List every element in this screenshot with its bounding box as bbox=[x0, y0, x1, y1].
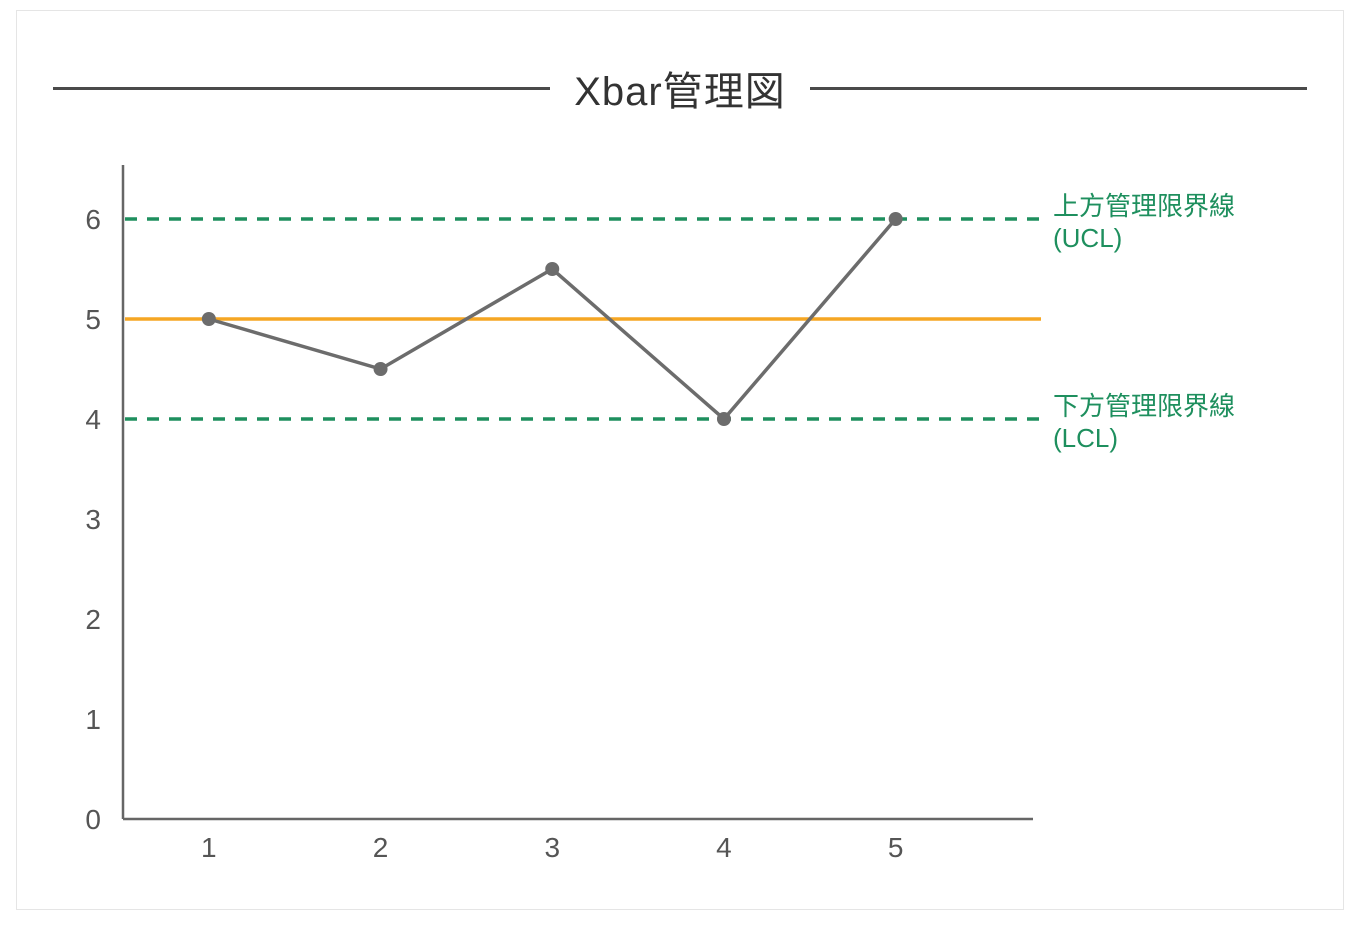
title-rule-left bbox=[53, 87, 550, 90]
x-tick-label: 3 bbox=[544, 832, 560, 863]
data-point-marker bbox=[374, 362, 388, 376]
lcl-label-line2: (LCL) bbox=[1053, 423, 1118, 453]
y-tick-label: 4 bbox=[85, 404, 101, 435]
title-rule-right bbox=[810, 87, 1307, 90]
y-tick-label: 3 bbox=[85, 504, 101, 535]
y-tick-label: 5 bbox=[85, 304, 101, 335]
data-point-marker bbox=[545, 262, 559, 276]
y-tick-label: 0 bbox=[85, 804, 101, 835]
chart-title: Xbar管理図 bbox=[574, 59, 786, 117]
y-tick-label: 1 bbox=[85, 704, 101, 735]
data-point-marker bbox=[717, 412, 731, 426]
y-tick-label: 2 bbox=[85, 604, 101, 635]
x-tick-label: 5 bbox=[888, 832, 904, 863]
ucl-label-line1: 上方管理限界線 bbox=[1053, 191, 1235, 221]
x-tick-label: 2 bbox=[373, 832, 389, 863]
data-point-marker bbox=[889, 212, 903, 226]
x-tick-label: 4 bbox=[716, 832, 732, 863]
data-point-marker bbox=[202, 312, 216, 326]
chart-frame: Xbar管理図 0 1 2 3 4 5 6 1 2 3 4 5 上方管理限界線(UCL) 下方管理限界線(… bbox=[16, 10, 1344, 910]
control-chart-svg: 0 1 2 3 4 5 6 1 2 3 4 5 上方管理限界線(UCL) 下方管理限界線(LCL) bbox=[53, 159, 1309, 875]
chart-area: 0 1 2 3 4 5 6 1 2 3 4 5 上方管理限界線(UCL) 下方管理限界線(LCL) bbox=[53, 159, 1307, 873]
title-row: Xbar管理図 bbox=[53, 59, 1307, 117]
y-tick-label: 6 bbox=[85, 204, 101, 235]
x-tick-label: 1 bbox=[201, 832, 217, 863]
lcl-label-line1: 下方管理限界線 bbox=[1053, 391, 1235, 421]
ucl-label-line2: (UCL) bbox=[1053, 223, 1122, 253]
